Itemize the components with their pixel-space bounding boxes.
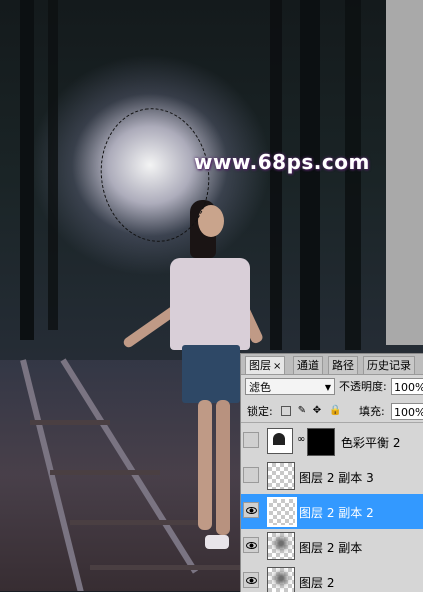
girl-shoe — [205, 535, 229, 549]
girl-leg-right — [216, 400, 230, 535]
layer-thumbnail — [267, 567, 295, 592]
layer-thumbnail — [267, 462, 295, 490]
blend-mode-select[interactable]: 滤色 ▼ — [245, 378, 335, 395]
girl-blouse — [170, 258, 250, 350]
girl-leg-left — [198, 400, 212, 530]
rail-sleeper — [90, 565, 240, 570]
lock-transparency-icon[interactable] — [281, 406, 291, 416]
opacity-label: 不透明度: — [339, 380, 387, 393]
blend-row: 滤色 ▼ 不透明度: 100% — [241, 376, 423, 398]
layer-mask-thumbnail[interactable] — [307, 428, 335, 456]
fill-input[interactable]: 100% — [391, 403, 423, 420]
chevron-down-icon: ▼ — [324, 383, 331, 392]
panel-tabs: 图层 × 通道 路径 历史记录 — [241, 354, 423, 375]
layers-list: ∞ 色彩平衡 2 图层 2 副本 3 图层 2 副本 2 图层 2 副本 图层 … — [241, 424, 423, 592]
tree-trunk — [20, 0, 34, 340]
tab-label: 路径 — [332, 359, 354, 372]
canvas-gray-border — [386, 0, 423, 345]
layer-name: 色彩平衡 2 — [341, 436, 401, 450]
close-icon[interactable]: × — [273, 361, 281, 372]
layer-name: 图层 2 副本 3 — [299, 471, 374, 485]
visibility-toggle[interactable] — [243, 432, 259, 448]
rail-sleeper — [50, 470, 160, 475]
layer-name: 图层 2 — [299, 576, 335, 590]
layers-panel: 图层 × 通道 路径 历史记录 滤色 ▼ 不透明度: 100% 锁定: ✎ ✥ 🔒… — [240, 353, 423, 592]
tab-layers[interactable]: 图层 × — [245, 356, 286, 374]
watermark: www.68ps.com — [194, 150, 370, 174]
eye-icon[interactable] — [243, 502, 259, 518]
tree-trunk — [48, 0, 58, 330]
tree-trunk — [270, 0, 282, 350]
layer-row[interactable]: 图层 2 — [241, 564, 423, 592]
opacity-input[interactable]: 100% — [391, 378, 423, 395]
tab-channels[interactable]: 通道 — [293, 356, 323, 374]
blend-mode-value: 滤色 — [249, 381, 271, 394]
eye-icon[interactable] — [243, 572, 259, 588]
layer-row[interactable]: ∞ 色彩平衡 2 — [241, 424, 423, 460]
tab-history[interactable]: 历史记录 — [363, 356, 415, 374]
layer-name: 图层 2 副本 2 — [299, 506, 374, 520]
tab-label: 通道 — [297, 359, 319, 372]
rail-sleeper — [30, 420, 110, 425]
tree-trunk — [345, 0, 361, 350]
lock-pixels-brush-icon[interactable]: ✎ — [297, 406, 307, 416]
layer-thumbnail — [267, 532, 295, 560]
layer-thumbnail — [267, 497, 297, 527]
tree-trunk — [300, 0, 320, 350]
visibility-toggle[interactable] — [243, 467, 259, 483]
lock-all-icon[interactable]: 🔒 — [329, 406, 341, 416]
layer-name: 图层 2 副本 — [299, 541, 363, 555]
layer-row-selected[interactable]: 图层 2 副本 2 — [241, 494, 423, 530]
layer-row[interactable]: 图层 2 副本 — [241, 529, 423, 565]
color-balance-adjustment-icon — [267, 428, 293, 454]
lock-row: 锁定: ✎ ✥ 🔒 填充: 100% — [241, 400, 423, 423]
eye-icon[interactable] — [243, 537, 259, 553]
tab-paths[interactable]: 路径 — [328, 356, 358, 374]
tab-label: 图层 — [249, 359, 271, 372]
tab-label: 历史记录 — [367, 359, 411, 372]
lock-label: 锁定: — [247, 405, 273, 418]
rail-sleeper — [70, 520, 210, 525]
girl-shorts — [182, 345, 240, 403]
link-chain-icon: ∞ — [297, 434, 306, 445]
lock-position-move-icon[interactable]: ✥ — [312, 406, 322, 416]
fill-label: 填充: — [359, 405, 385, 418]
layer-row[interactable]: 图层 2 副本 3 — [241, 459, 423, 495]
